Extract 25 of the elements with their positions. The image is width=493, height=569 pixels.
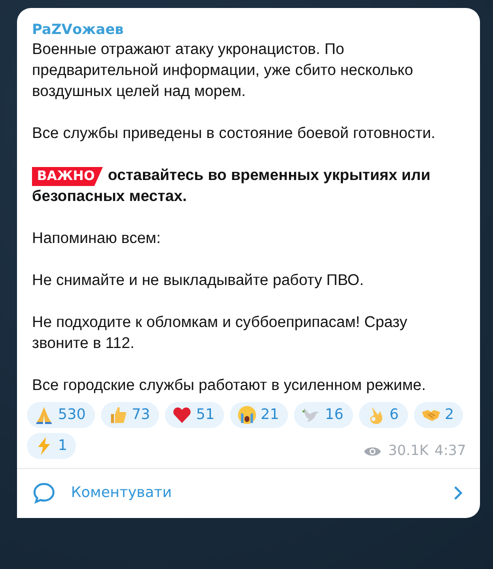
message-text: ВАЖНО оставайтесь во временных укрытиях или безопасных местах.: [32, 166, 432, 207]
speech-bubble-icon: [32, 481, 56, 505]
message-text: Не подходите к обломкам и суббоеприпасам! Сразу звоните в 112.: [32, 313, 408, 354]
reaction-button[interactable]: 530: [27, 402, 95, 428]
crying-face-icon: [236, 405, 257, 425]
reaction-button[interactable]: 51: [165, 402, 224, 428]
comment-button[interactable]: Коментувати: [17, 468, 480, 518]
message-text: Все службы приведены в состояние боевой готовности.: [32, 124, 436, 144]
reaction-button[interactable]: 2: [414, 402, 463, 428]
eye-icon: [363, 444, 382, 458]
heart-icon: [172, 405, 192, 425]
important-label: ВАЖНО: [32, 167, 103, 186]
reaction-button[interactable]: 1: [27, 433, 76, 459]
reaction-button[interactable]: 6: [358, 402, 408, 428]
chevron-right-icon: [453, 485, 463, 501]
reaction-button[interactable]: 21: [230, 402, 288, 428]
reaction-button[interactable]: 73: [100, 402, 160, 428]
message-text: Не снимайте и не выкладывайте работу ПВО.: [32, 271, 365, 291]
message-time: 4:37: [434, 443, 466, 459]
channel-name[interactable]: PaZVожаев: [17, 8, 480, 39]
view-count: 30.1K: [388, 443, 429, 459]
reaction-button[interactable]: 16: [294, 402, 352, 428]
message-text: Напоминаю всем:: [32, 229, 162, 249]
message-text: Военные отражают атаку укронацистов. По предварительной информации, уже сбито несколько воздушных целей над морем.: [32, 40, 414, 102]
message-text: Все городские службы работают в усиленном режиме.: [32, 376, 427, 396]
